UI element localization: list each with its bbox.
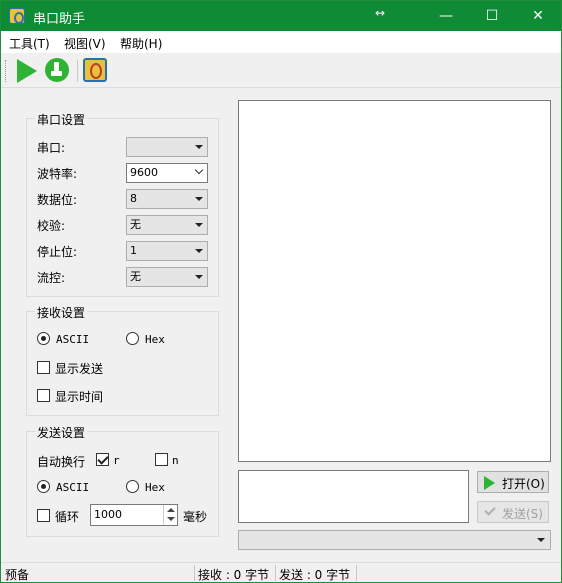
flow-label: 流控: bbox=[37, 271, 66, 285]
play-icon bbox=[17, 59, 37, 83]
toolbar-about-button[interactable] bbox=[83, 58, 109, 84]
menu-help[interactable]: 帮助(H) bbox=[120, 35, 162, 52]
toolbar-separator bbox=[77, 60, 78, 82]
status-divider bbox=[194, 565, 195, 581]
title-bar[interactable]: 串口助手 ↔ — ☐ ✕ bbox=[1, 1, 561, 31]
toolbar-clear-button[interactable] bbox=[45, 58, 71, 84]
interval-value: 1000 bbox=[94, 508, 122, 521]
menu-tools[interactable]: 工具(T) bbox=[9, 35, 50, 52]
newline-r-label: r bbox=[113, 454, 120, 467]
send-icon bbox=[484, 506, 498, 518]
history-select[interactable] bbox=[238, 530, 551, 550]
chevron-down-icon bbox=[194, 165, 204, 175]
loop-checkbox[interactable] bbox=[37, 509, 50, 522]
toolbar-grip[interactable] bbox=[5, 60, 8, 82]
status-sent: 发送 : 0 字节 bbox=[279, 568, 351, 582]
port-select[interactable] bbox=[126, 137, 208, 157]
flow-value: 无 bbox=[130, 270, 141, 283]
chevron-down-icon bbox=[195, 249, 203, 253]
send-button[interactable]: 发送(S) bbox=[477, 501, 549, 523]
status-divider bbox=[275, 565, 276, 581]
toolbar bbox=[1, 54, 561, 88]
show-time-label: 显示时间 bbox=[55, 390, 104, 404]
spin-up-icon[interactable] bbox=[164, 505, 177, 515]
show-time-checkbox[interactable] bbox=[37, 389, 50, 402]
serial-settings-title: 串口设置 bbox=[35, 111, 88, 128]
send-hex-label: Hex bbox=[145, 481, 165, 494]
receive-textarea[interactable] bbox=[238, 100, 551, 462]
interval-spin-buttons bbox=[163, 505, 177, 525]
send-settings-title: 发送设置 bbox=[35, 424, 88, 441]
chevron-down-icon bbox=[537, 538, 545, 542]
receive-ascii-radio[interactable] bbox=[37, 332, 50, 345]
status-divider bbox=[356, 565, 357, 581]
databits-value: 8 bbox=[130, 192, 137, 205]
receive-hex-label: Hex bbox=[145, 333, 165, 346]
flow-select[interactable]: 无 bbox=[126, 267, 208, 287]
newline-n-checkbox[interactable] bbox=[155, 453, 168, 466]
show-send-checkbox[interactable] bbox=[37, 361, 50, 374]
chevron-down-icon bbox=[195, 145, 203, 149]
open-button[interactable]: 打开(O) bbox=[477, 471, 549, 493]
chevron-down-icon bbox=[195, 197, 203, 201]
send-ascii-radio[interactable] bbox=[37, 480, 50, 493]
window-title: 串口助手 bbox=[33, 12, 86, 27]
loop-label: 循环 bbox=[55, 510, 80, 524]
about-icon bbox=[83, 58, 107, 82]
play-icon bbox=[484, 476, 495, 490]
resize-icon: ↔ bbox=[375, 6, 386, 20]
stopbits-label: 停止位: bbox=[37, 245, 78, 259]
menu-view[interactable]: 视图(V) bbox=[64, 35, 106, 52]
show-send-label: 显示发送 bbox=[55, 362, 104, 376]
main-window: 串口助手 ↔ — ☐ ✕ 工具(T) 视图(V) 帮助(H) 串口设置 串口: … bbox=[0, 0, 562, 583]
parity-select[interactable]: 无 bbox=[126, 215, 208, 235]
parity-value: 无 bbox=[130, 218, 141, 231]
close-button[interactable]: ✕ bbox=[515, 1, 561, 31]
stopbits-select[interactable]: 1 bbox=[126, 241, 208, 261]
newline-r-checkbox[interactable] bbox=[96, 453, 109, 466]
maximize-button[interactable]: ☐ bbox=[469, 1, 515, 31]
receive-ascii-label: ASCII bbox=[56, 333, 90, 346]
open-button-label: 打开(O) bbox=[502, 477, 545, 491]
spin-down-icon[interactable] bbox=[164, 515, 177, 525]
auto-newline-label: 自动换行 bbox=[37, 455, 86, 469]
databits-select[interactable]: 8 bbox=[126, 189, 208, 209]
baud-select[interactable]: 9600 bbox=[126, 163, 208, 183]
interval-unit: 毫秒 bbox=[183, 510, 208, 524]
stopbits-value: 1 bbox=[130, 244, 137, 257]
baud-label: 波特率: bbox=[37, 167, 78, 181]
status-ready: 预备 bbox=[5, 568, 30, 582]
send-button-label: 发送(S) bbox=[502, 507, 543, 521]
port-label: 串口: bbox=[37, 141, 66, 155]
chevron-down-icon bbox=[195, 223, 203, 227]
chevron-down-icon bbox=[195, 275, 203, 279]
baud-value: 9600 bbox=[130, 166, 158, 179]
minimize-button[interactable]: — bbox=[423, 1, 469, 31]
receive-settings-title: 接收设置 bbox=[35, 304, 88, 321]
send-textarea[interactable] bbox=[238, 470, 469, 523]
send-ascii-label: ASCII bbox=[56, 481, 90, 494]
broom-icon bbox=[45, 58, 69, 82]
interval-spinbox[interactable]: 1000 bbox=[90, 504, 178, 526]
newline-n-label: n bbox=[172, 454, 179, 467]
receive-hex-radio[interactable] bbox=[126, 332, 139, 345]
status-received: 接收 : 0 字节 bbox=[198, 568, 270, 582]
databits-label: 数据位: bbox=[37, 193, 78, 207]
send-hex-radio[interactable] bbox=[126, 480, 139, 493]
status-bar: 预备 接收 : 0 字节 发送 : 0 字节 bbox=[1, 562, 561, 582]
menu-bar: 工具(T) 视图(V) 帮助(H) bbox=[1, 31, 561, 53]
parity-label: 校验: bbox=[37, 219, 66, 233]
toolbar-start-button[interactable] bbox=[14, 58, 40, 84]
app-icon bbox=[9, 8, 25, 24]
